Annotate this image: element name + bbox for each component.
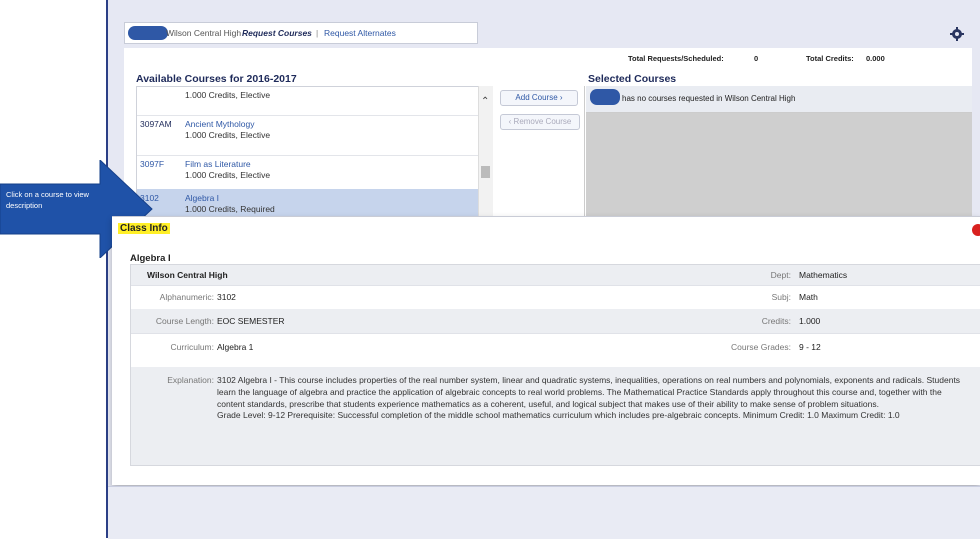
- credits-value: 1.000: [799, 316, 821, 326]
- course-code: 3097AM: [140, 119, 172, 129]
- info-row-school: Wilson Central High Dept: Mathematics: [131, 265, 980, 286]
- chevron-up-icon[interactable]: ⌃: [481, 96, 489, 107]
- gear-icon[interactable]: [950, 27, 964, 41]
- course-meta: 1.000 Credits, Elective: [185, 90, 271, 100]
- course-title: Algebra I: [130, 253, 171, 264]
- course-name: Film as Literature: [185, 159, 251, 169]
- selected-courses-title: Selected Courses: [588, 73, 677, 85]
- class-info-table: Wilson Central High Dept: Mathematics Al…: [130, 264, 980, 466]
- explanation-label: Explanation:: [167, 375, 214, 385]
- callout-text: Click on a course to view description: [6, 190, 89, 210]
- course-meta: 1.000 Credits, Elective: [185, 170, 271, 180]
- no-courses-message: has no courses requested in Wilson Centr…: [622, 94, 796, 103]
- credits-label: Credits:: [761, 316, 791, 326]
- course-length-label: Course Length:: [155, 316, 214, 326]
- tab-request-alternates[interactable]: Request Alternates: [324, 26, 396, 40]
- alphanumeric-label: Alphanumeric:: [159, 292, 214, 302]
- course-name: Algebra I: [185, 193, 220, 203]
- course-item-selected[interactable]: 3102 Algebra I 1.000 Credits, Required: [137, 189, 479, 217]
- course-meta: 1.000 Credits, Required: [185, 204, 275, 214]
- course-grades-value: 9 - 12: [799, 342, 821, 352]
- tab-school[interactable]: Wilson Central High: [166, 26, 241, 40]
- student-name-badge: [590, 89, 620, 105]
- info-row-curriculum: Curriculum: Algebra 1 Course Grades: 9 -…: [131, 333, 980, 368]
- explanation-prerequisites: Grade Level: 9-12 Prerequisite: Successf…: [217, 410, 900, 421]
- school-badge: [128, 26, 168, 40]
- total-requests-value: 0: [754, 54, 759, 63]
- total-requests-label: Total Requests/Scheduled:: [628, 54, 724, 63]
- available-courses-list: 1.000 Credits, Elective 3097AM Ancient M…: [136, 86, 480, 218]
- info-row-length: Course Length: EOC SEMESTER Credits: 1.0…: [131, 309, 980, 334]
- add-course-button[interactable]: Add Course ›: [500, 90, 578, 106]
- alphanumeric-value: 3102: [217, 292, 236, 302]
- explanation-text: 3102 Algebra I - This course includes pr…: [217, 375, 969, 422]
- dept-value: Mathematics: [799, 270, 848, 280]
- explanation-paragraph: 3102 Algebra I - This course includes pr…: [217, 375, 961, 409]
- subj-label: Subj:: [771, 292, 791, 302]
- school-name: Wilson Central High: [147, 270, 228, 280]
- course-item[interactable]: 3097AM Ancient Mythology 1.000 Credits, …: [137, 115, 479, 156]
- course-length-value: EOC SEMESTER: [217, 316, 285, 326]
- course-meta: 1.000 Credits, Elective: [185, 130, 271, 140]
- course-item[interactable]: 1.000 Credits, Elective: [137, 87, 479, 116]
- tab-request-courses[interactable]: Request Courses: [242, 26, 312, 40]
- curriculum-label: Curriculum:: [170, 342, 214, 352]
- total-credits-label: Total Credits:: [806, 54, 854, 63]
- remove-course-button[interactable]: ‹ Remove Course: [500, 114, 580, 130]
- available-courses-title: Available Courses for 2016-2017: [136, 73, 297, 85]
- subj-value: Math: [799, 292, 818, 302]
- course-name: Ancient Mythology: [185, 119, 255, 129]
- course-grades-label: Course Grades:: [731, 342, 791, 352]
- class-info-title: Class Info: [118, 223, 170, 234]
- info-row-alphanumeric: Alphanumeric: 3102 Subj: Math: [131, 285, 980, 310]
- close-icon[interactable]: [972, 224, 980, 236]
- curriculum-value: Algebra 1: [217, 342, 254, 352]
- scroll-thumb[interactable]: [481, 166, 490, 178]
- total-credits-value: 0.000: [866, 54, 885, 63]
- app-frame-footer: [108, 486, 980, 539]
- dept-label: Dept:: [770, 270, 791, 280]
- tab-separator: |: [316, 28, 319, 38]
